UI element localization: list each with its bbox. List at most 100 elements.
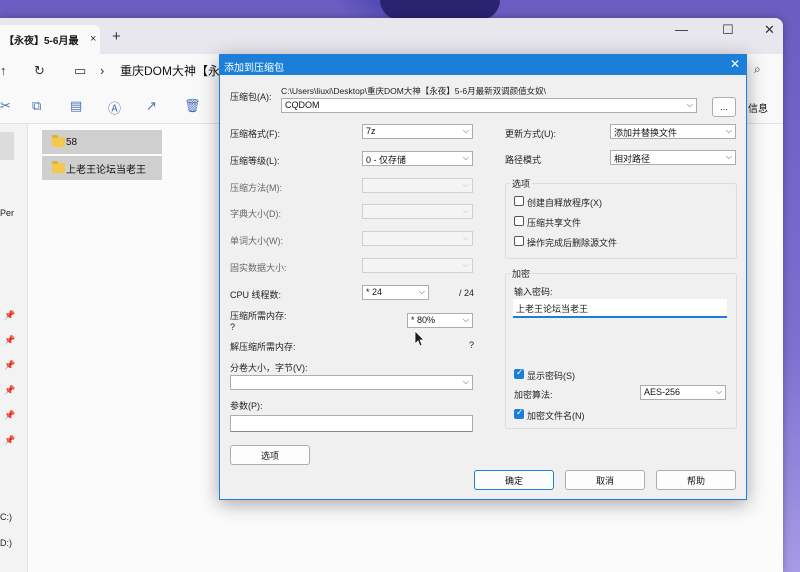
chevron-down-icon: ⌵ [725, 126, 732, 135]
nav-selected-item[interactable] [0, 132, 14, 160]
chevron-down-icon: ⌵ [715, 387, 722, 396]
format-combo[interactable]: 7z ⌵ [362, 124, 473, 139]
chevron-down-icon: ⌵ [686, 100, 693, 109]
breadcrumb[interactable]: 重庆DOM大神【永夜 [120, 62, 232, 79]
cut-icon[interactable]: ✂ [0, 98, 11, 114]
new-tab-icon[interactable]: + [112, 28, 121, 45]
word-label: 单词大小(W): [230, 236, 283, 246]
enc-method-value: AES-256 [644, 387, 681, 397]
cpu-threads-combo[interactable]: * 24 ⌵ [362, 285, 429, 300]
chevron-down-icon: ⌵ [462, 315, 469, 324]
chevron-down-icon: ⌵ [462, 260, 469, 269]
dialog-title-bar: 添加到压缩包 ✕ [220, 55, 746, 75]
method-label: 压缩方法(M): [230, 183, 282, 193]
sfx-checkbox[interactable] [514, 196, 524, 206]
enc-method-label: 加密算法: [514, 390, 553, 400]
tab-title: 【永夜】5-6月最 [4, 36, 79, 47]
tab-bar: 【永夜】5-6月最 × + — ☐ ✕ [0, 18, 783, 54]
minimize-button[interactable]: — [675, 22, 688, 37]
password-input[interactable]: 上老王论坛当老王 [513, 299, 727, 318]
pin-icon: 📌 [4, 410, 16, 420]
cancel-button[interactable]: 取消 [565, 470, 645, 490]
monitor-icon[interactable]: ▭ [74, 63, 86, 79]
shared-label: 压缩共享文件 [527, 218, 582, 228]
chevron-down-icon: ⌵ [462, 377, 469, 386]
archive-name-combo[interactable]: CQDOM ⌵ [281, 98, 697, 113]
paste-icon[interactable]: ▤ [70, 98, 82, 114]
cpu-label: CPU 线程数: [230, 290, 282, 300]
add-to-archive-dialog: 添加到压缩包 ✕ 压缩包(A): C:\Users\liuxi\Desktop\… [219, 54, 747, 500]
enc-method-combo[interactable]: AES-256 ⌵ [640, 385, 726, 400]
path-value: 相对路径 [614, 154, 651, 164]
mem-decomp-label: 解压缩所需内存: [230, 342, 296, 352]
details-button[interactable]: 信息 [748, 100, 768, 115]
word-combo: ⌵ [362, 231, 473, 246]
chevron-down-icon: ⌵ [462, 233, 469, 242]
rename-icon[interactable]: Ⓐ [108, 98, 121, 117]
explorer-tab[interactable]: 【永夜】5-6月最 [0, 25, 100, 54]
solid-combo: ⌵ [362, 258, 473, 273]
solid-label: 固实数据大小: [230, 263, 287, 273]
update-mode-combo[interactable]: 添加并替换文件 ⌵ [610, 124, 736, 139]
options-button[interactable]: 选项 [230, 445, 310, 465]
dict-combo: ⌵ [362, 204, 473, 219]
method-combo: ⌵ [362, 178, 473, 193]
show-password-checkbox[interactable] [514, 367, 524, 379]
up-arrow-icon[interactable]: ↑ [0, 63, 7, 78]
archive-path: C:\Users\liuxi\Desktop\重庆DOM大神【永夜】5-6月最新… [281, 86, 546, 96]
level-label: 压缩等级(L): [230, 156, 280, 166]
nav-item-user[interactable]: Per [0, 208, 14, 218]
share-icon[interactable]: ↗ [146, 98, 157, 114]
close-icon[interactable]: ✕ [730, 57, 740, 71]
sfx-label: 创建自释放程序(X) [527, 198, 602, 208]
archive-name-value: CQDOM [285, 100, 320, 110]
list-item[interactable]: 上老王论坛当老王 [42, 156, 162, 180]
tab-close-icon[interactable]: × [90, 33, 96, 45]
help-button[interactable]: 帮助 [656, 470, 736, 490]
chevron-down-icon: ⌵ [462, 206, 469, 215]
browse-button[interactable]: ... [712, 97, 736, 117]
copy-icon[interactable]: ⧉ [32, 98, 41, 114]
format-value: 7z [366, 126, 376, 136]
options-group-title: 选项 [510, 177, 533, 190]
search-icon[interactable]: ⌕ [754, 62, 761, 77]
wallpaper-figure [380, 0, 500, 20]
show-password-label: 显示密码(S) [527, 371, 575, 381]
nav-item-drive-c[interactable]: C:) [0, 512, 12, 522]
chevron-down-icon: ⌵ [462, 180, 469, 189]
level-combo[interactable]: 0 - 仅存储 ⌵ [362, 151, 473, 166]
password-value: 上老王论坛当老王 [516, 304, 589, 314]
delete-source-label: 操作完成后删除源文件 [527, 238, 618, 248]
encrypt-names-checkbox[interactable] [514, 407, 524, 419]
refresh-icon[interactable]: ↻ [34, 63, 45, 79]
pin-icon: 📌 [4, 360, 16, 370]
params-input[interactable] [230, 415, 473, 432]
list-item[interactable]: 58 [42, 130, 162, 154]
password-label: 输入密码: [514, 287, 553, 297]
folder-icon [52, 161, 65, 173]
nav-item-drive-d[interactable]: D:) [0, 538, 12, 548]
mem-comp-value: ? [230, 322, 236, 332]
maximize-button[interactable]: ☐ [722, 22, 734, 38]
pin-icon: 📌 [4, 335, 16, 345]
ok-button[interactable]: 确定 [474, 470, 554, 490]
dialog-title: 添加到压缩包 [224, 63, 284, 74]
pin-icon: 📌 [4, 385, 16, 395]
encryption-group-title: 加密 [510, 267, 533, 280]
folder-icon [52, 135, 65, 147]
delete-source-checkbox[interactable] [514, 236, 524, 246]
split-size-combo[interactable]: ⌵ [230, 375, 473, 390]
mem-decomp-value: ? [469, 340, 475, 350]
chevron-down-icon: ⌵ [418, 287, 425, 296]
chevron-down-icon: ⌵ [462, 126, 469, 135]
chevron-down-icon: ⌵ [725, 152, 732, 161]
split-label: 分卷大小，字节(V): [230, 363, 308, 373]
path-mode-combo[interactable]: 相对路径 ⌵ [610, 150, 736, 165]
memory-usage-combo[interactable]: * 80% ⌵ [407, 313, 473, 328]
navigation-pane: Per 📌 📌 📌 📌 📌 📌 C:) D:) [0, 124, 28, 572]
delete-icon[interactable]: 🗑 [184, 98, 201, 114]
close-window-button[interactable]: ✕ [764, 22, 775, 38]
params-label: 参数(P): [230, 401, 263, 411]
dict-label: 字典大小(D): [230, 209, 281, 219]
shared-checkbox[interactable] [514, 216, 524, 226]
